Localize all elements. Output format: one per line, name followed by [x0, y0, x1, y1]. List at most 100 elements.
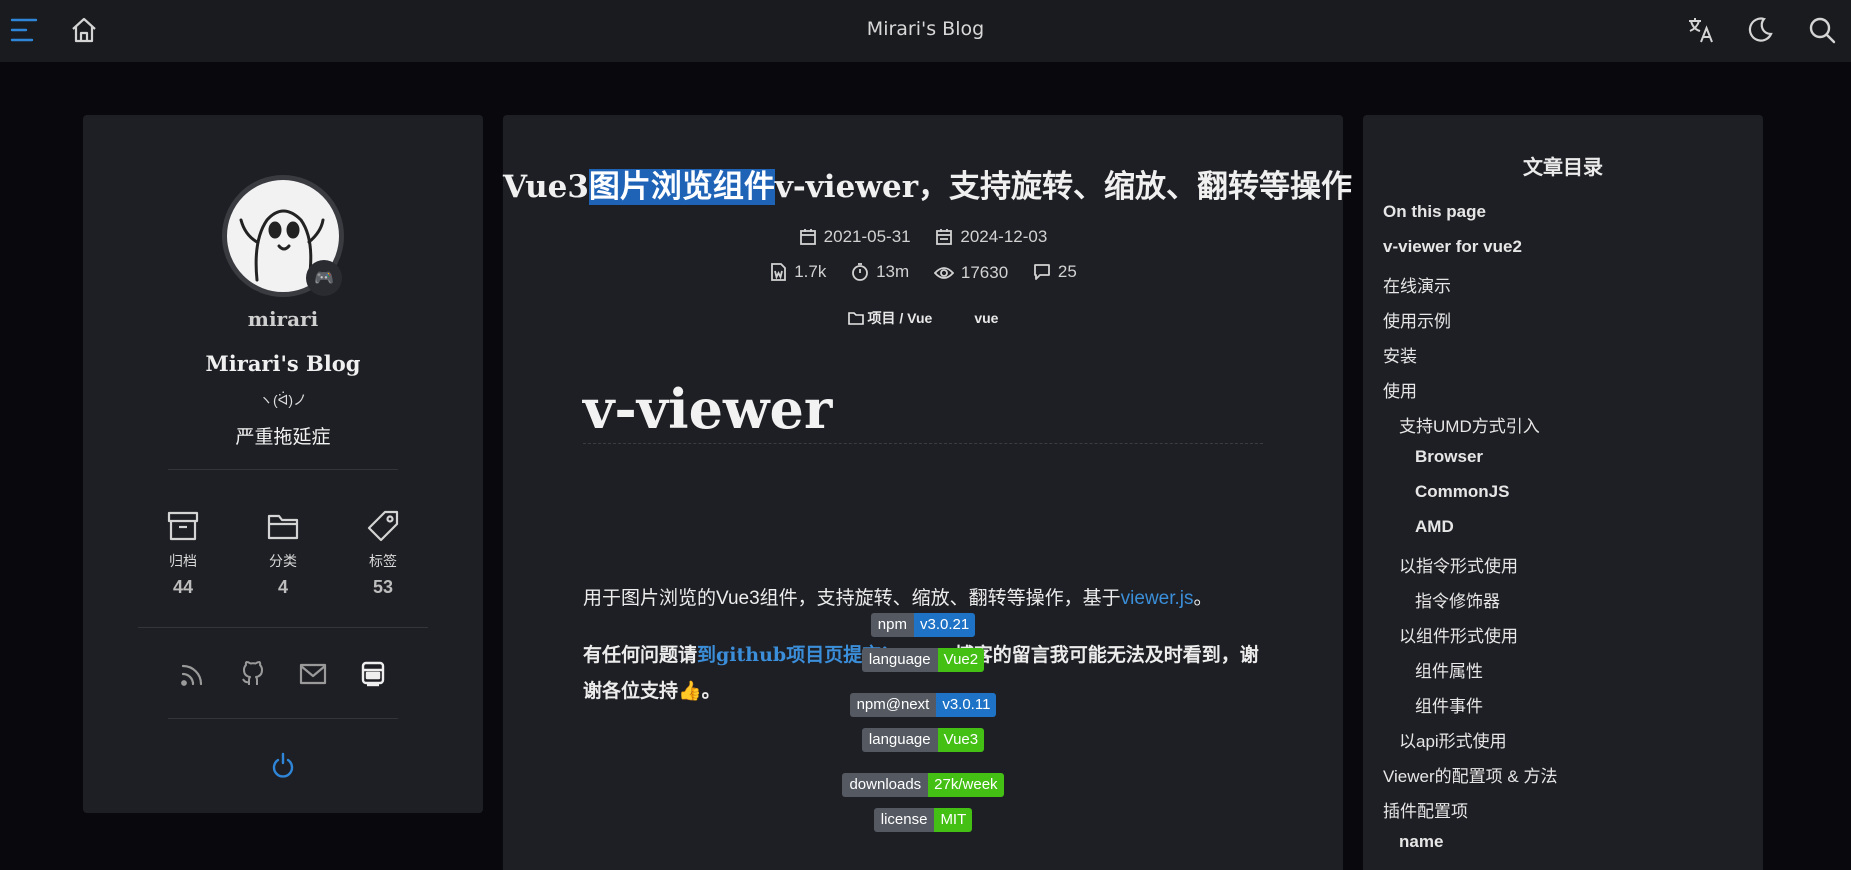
article-title: Vue3图片浏览组件v-viewer，支持旋转、缩放、翻转等操作	[503, 161, 1352, 206]
updated-date-text: 2024-12-03	[960, 227, 1048, 246]
badge-value: v3.0.11	[936, 693, 997, 717]
language-translate-icon[interactable]	[1685, 14, 1717, 46]
title-prefix: Vue3	[503, 169, 589, 205]
toc-item-install[interactable]: 安装	[1383, 342, 1417, 367]
table-of-contents: 文章目录 On this page v-viewer for vue2 在线演示…	[1363, 115, 1763, 870]
category-link[interactable]: 项目 / Vue	[868, 310, 933, 326]
toc-item-usage[interactable]: 使用	[1383, 377, 1417, 402]
created-date-text: 2021-05-31	[823, 227, 911, 246]
intro-end: 。	[1193, 588, 1213, 609]
title-selected-text: 图片浏览组件	[588, 169, 775, 205]
badge-value: Vue3	[937, 728, 985, 752]
site-title[interactable]: Mirari's Blog	[0, 18, 1851, 40]
reading-time-text: 13m	[876, 262, 910, 281]
power-icon[interactable]	[264, 747, 302, 785]
language-vue2-badge[interactable]: language Vue2	[503, 648, 1343, 672]
badge-value: MIT	[934, 808, 973, 832]
article-stats: 1.7k 13m 17630 25	[503, 262, 1343, 286]
gamepad-status-icon: 🎮	[306, 260, 342, 296]
github-link[interactable]	[236, 657, 270, 691]
toc-title: 文章目录	[1523, 155, 1603, 179]
stat-count: 4	[277, 577, 288, 597]
kaomoji: ヽ(ᐛ)ノ	[258, 392, 308, 408]
badge-value: Vue2	[937, 648, 985, 672]
toc-item-directive[interactable]: 以指令形式使用	[1399, 552, 1518, 577]
email-link[interactable]	[296, 657, 330, 691]
stat-count: 53	[372, 577, 394, 597]
folder-icon	[847, 312, 864, 325]
badge-key: license	[873, 808, 935, 832]
divider	[168, 469, 398, 470]
toc-item-viewer-options[interactable]: Viewer的配置项 & 方法	[1383, 762, 1557, 787]
article-card: Vue3图片浏览组件v-viewer，支持旋转、缩放、翻转等操作 2021-05…	[503, 115, 1352, 870]
toc-item-component-events[interactable]: 组件事件	[1415, 692, 1483, 717]
badge-key: language	[861, 728, 938, 752]
badge-value: v3.0.21	[913, 613, 976, 637]
eye-icon	[933, 267, 954, 279]
folder-icon	[248, 507, 318, 545]
intro-text: 用于图片浏览的Vue3组件，支持旋转、缩放、翻转等操作，基于	[583, 588, 1121, 609]
toc-item-plugin-options[interactable]: 插件配置项	[1383, 797, 1468, 822]
word-count-text: 1.7k	[794, 262, 827, 281]
divider	[168, 718, 398, 719]
toc-item-umd[interactable]: 支持UMD方式引入	[1399, 412, 1540, 437]
toc-item-commonjs[interactable]: CommonJS	[1415, 482, 1509, 502]
stat-label: 归档	[169, 553, 197, 569]
calendar-updated-icon	[936, 229, 953, 245]
toc-item-directive-modifiers[interactable]: 指令修饰器	[1415, 587, 1500, 612]
archive-box-icon	[148, 507, 218, 545]
created-date: 2021-05-31	[799, 227, 911, 247]
search-icon[interactable]	[1806, 14, 1838, 46]
viewerjs-link[interactable]: viewer.js	[1121, 588, 1194, 609]
author-motto: 严重拖延症	[235, 427, 331, 448]
toc-item-component-props[interactable]: 组件属性	[1415, 657, 1483, 682]
dark-mode-moon-icon[interactable]	[1744, 14, 1776, 46]
toc-item-amd[interactable]: AMD	[1415, 517, 1454, 537]
toc-item-v-viewer-for-vue2[interactable]: v-viewer for vue2	[1383, 237, 1522, 257]
badge-key: language	[861, 648, 938, 672]
license-badge[interactable]: license MIT	[503, 808, 1343, 832]
author-name: mirari	[247, 307, 319, 331]
npm-version-badge[interactable]: npm v3.0.21	[503, 613, 1343, 637]
word-count-icon	[771, 263, 787, 281]
reading-time: 13m	[851, 262, 909, 282]
train-station-icon[interactable]	[356, 657, 390, 691]
toc-item-on-this-page[interactable]: On this page	[1383, 202, 1486, 222]
comment-count[interactable]: 25	[1033, 262, 1077, 282]
comment-count-text: 25	[1057, 262, 1077, 281]
toc-item-api[interactable]: 以api形式使用	[1399, 727, 1507, 752]
badge-key: npm@next	[849, 693, 937, 717]
article-dates: 2021-05-31 2024-12-03	[503, 227, 1343, 251]
title-suffix: v-viewer，支持旋转、缩放、翻转等操作	[774, 169, 1353, 205]
stopwatch-icon	[852, 263, 868, 281]
tag-link[interactable]: vue	[974, 310, 998, 326]
stat-count: 44	[172, 577, 194, 597]
toc-item-name[interactable]: name	[1399, 832, 1443, 852]
stat-label: 标签	[369, 553, 397, 569]
language-vue3-badge[interactable]: language Vue3	[503, 728, 1343, 752]
rss-link[interactable]	[176, 657, 210, 691]
stat-archives[interactable]: 归档 44	[148, 507, 218, 598]
content-heading: v-viewer	[583, 377, 833, 441]
downloads-badge[interactable]: downloads 27k/week	[503, 773, 1343, 797]
stat-label: 分类	[269, 553, 297, 569]
comment-icon	[1033, 264, 1050, 280]
heading-underline	[583, 443, 1263, 444]
toc-item-online-demo[interactable]: 在线演示	[1383, 272, 1451, 297]
article-category-tag: 项目 / Vue vue	[503, 308, 1343, 328]
calendar-icon	[799, 229, 816, 245]
toc-item-browser[interactable]: Browser	[1415, 447, 1483, 467]
view-count-text: 17630	[960, 263, 1009, 282]
toc-item-component[interactable]: 以组件形式使用	[1399, 622, 1518, 647]
profile-card: 🎮 mirari Mirari's Blog ヽ(ᐛ)ノ 严重拖延症 归档 44…	[83, 115, 483, 813]
divider	[138, 627, 428, 628]
stat-categories[interactable]: 分类 4	[248, 507, 318, 598]
blog-name: Mirari's Blog	[205, 351, 361, 376]
badge-value: 27k/week	[928, 773, 1004, 797]
toc-item-usage-examples[interactable]: 使用示例	[1383, 307, 1451, 332]
badge-key: downloads	[842, 773, 929, 797]
npm-next-badge[interactable]: npm@next v3.0.11	[503, 693, 1343, 717]
stat-tags[interactable]: 标签 53	[348, 507, 418, 598]
badge-key: npm	[870, 613, 914, 637]
updated-date: 2024-12-03	[935, 227, 1047, 247]
